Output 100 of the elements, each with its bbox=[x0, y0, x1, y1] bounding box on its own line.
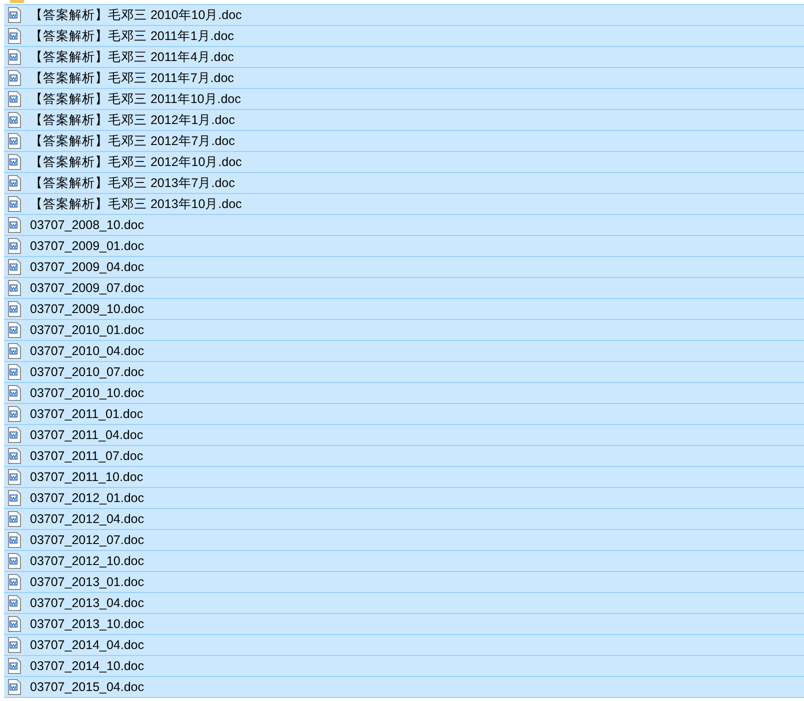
document-icon bbox=[8, 595, 21, 611]
file-row[interactable]: 03707_2010_07.doc bbox=[4, 362, 804, 383]
file-name: 【答案解析】毛邓三 2012年10月.doc bbox=[30, 154, 242, 170]
file-name: 03707_2014_04.doc bbox=[30, 638, 144, 652]
file-name: 03707_2012_04.doc bbox=[30, 512, 144, 526]
file-name: 03707_2010_10.doc bbox=[30, 386, 144, 400]
document-icon bbox=[8, 112, 21, 128]
document-icon bbox=[8, 637, 21, 653]
document-icon bbox=[8, 28, 21, 44]
file-row[interactable]: 【答案解析】毛邓三 2013年10月.doc bbox=[4, 194, 804, 215]
file-row[interactable]: 03707_2009_07.doc bbox=[4, 278, 804, 299]
file-row[interactable]: 03707_2014_04.doc bbox=[4, 635, 804, 656]
document-icon bbox=[8, 553, 21, 569]
file-name: 03707_2013_10.doc bbox=[30, 617, 144, 631]
file-row[interactable]: 03707_2011_01.doc bbox=[4, 404, 804, 425]
file-row[interactable]: 03707_2009_04.doc bbox=[4, 257, 804, 278]
file-row[interactable]: 03707_2012_01.doc bbox=[4, 488, 804, 509]
document-icon bbox=[8, 133, 21, 149]
file-name: 【答案解析】毛邓三 2011年1月.doc bbox=[30, 28, 234, 44]
file-name: 【答案解析】毛邓三 2011年7月.doc bbox=[30, 70, 234, 86]
file-row[interactable]: 03707_2012_10.doc bbox=[4, 551, 804, 572]
document-icon bbox=[8, 364, 21, 380]
file-name: 03707_2008_10.doc bbox=[30, 218, 144, 232]
file-name: 03707_2012_10.doc bbox=[30, 554, 144, 568]
document-icon bbox=[8, 343, 21, 359]
file-name: 03707_2010_07.doc bbox=[30, 365, 144, 379]
file-name: 03707_2011_07.doc bbox=[30, 449, 144, 463]
file-name: 03707_2012_07.doc bbox=[30, 533, 144, 547]
file-row[interactable]: 03707_2012_07.doc bbox=[4, 530, 804, 551]
document-icon bbox=[8, 7, 21, 23]
file-name: 【答案解析】毛邓三 2011年4月.doc bbox=[30, 48, 234, 66]
file-name: 【答案解析】毛邓三 2013年7月.doc bbox=[30, 174, 235, 192]
file-name: 03707_2013_01.doc bbox=[30, 575, 144, 589]
document-icon bbox=[8, 301, 21, 317]
file-name: 03707_2015_04.doc bbox=[30, 680, 144, 694]
document-icon bbox=[8, 427, 21, 443]
file-row[interactable]: 03707_2013_04.doc bbox=[4, 593, 804, 614]
file-name: 03707_2009_04.doc bbox=[30, 260, 144, 274]
file-row[interactable]: 03707_2012_04.doc bbox=[4, 509, 804, 530]
document-icon bbox=[8, 259, 21, 275]
document-icon bbox=[8, 574, 21, 590]
folder-icon bbox=[10, 0, 24, 3]
document-icon bbox=[8, 469, 21, 485]
file-row[interactable]: 【答案解析】毛邓三 2012年10月.doc bbox=[4, 152, 804, 173]
file-row[interactable]: 03707_2011_10.doc bbox=[4, 467, 804, 488]
document-icon bbox=[8, 532, 21, 548]
file-row[interactable]: 03707_2011_07.doc bbox=[4, 446, 804, 467]
file-row[interactable]: 【答案解析】毛邓三 2013年7月.doc bbox=[4, 173, 804, 194]
file-row[interactable]: 【答案解析】毛邓三 2011年10月.doc bbox=[4, 89, 804, 110]
document-icon bbox=[8, 175, 21, 191]
file-name: 03707_2009_10.doc bbox=[30, 302, 144, 316]
document-icon bbox=[8, 616, 21, 632]
document-icon bbox=[8, 511, 21, 527]
document-icon bbox=[8, 217, 21, 233]
file-row[interactable]: 【答案解析】毛邓三 2012年1月.doc bbox=[4, 110, 804, 131]
file-name: 【答案解析】毛邓三 2013年10月.doc bbox=[30, 196, 242, 212]
document-icon bbox=[8, 49, 21, 65]
file-row[interactable]: 【答案解析】毛邓三 2011年7月.doc bbox=[4, 68, 804, 89]
file-name: 【答案解析】毛邓三 2012年1月.doc bbox=[30, 112, 235, 128]
file-name: 【答案解析】毛邓三 2011年10月.doc bbox=[30, 90, 241, 108]
file-row[interactable]: 【答案解析】毛邓三 2012年7月.doc bbox=[4, 131, 804, 152]
file-name: 【答案解析】毛邓三 2012年7月.doc bbox=[30, 132, 235, 150]
file-name: 03707_2010_01.doc bbox=[30, 323, 144, 337]
file-row[interactable]: 03707_2014_10.doc bbox=[4, 656, 804, 677]
file-row[interactable]: 03707_2011_04.doc bbox=[4, 425, 804, 446]
file-name: 【答案解析】毛邓三 2010年10月.doc bbox=[30, 6, 242, 24]
file-name: 03707_2011_10.doc bbox=[30, 470, 144, 484]
document-icon bbox=[8, 679, 21, 695]
file-name: 03707_2009_07.doc bbox=[30, 281, 144, 295]
file-name: 03707_2011_04.doc bbox=[30, 428, 144, 442]
document-icon bbox=[8, 154, 21, 170]
file-row[interactable]: 03707_2015_04.doc bbox=[4, 677, 804, 698]
file-name: 03707_2010_04.doc bbox=[30, 344, 144, 358]
document-icon bbox=[8, 322, 21, 338]
file-row[interactable]: 03707_2010_04.doc bbox=[4, 341, 804, 362]
document-icon bbox=[8, 238, 21, 254]
file-row[interactable]: 03707_2013_01.doc bbox=[4, 572, 804, 593]
file-row[interactable]: 03707_2010_10.doc bbox=[4, 383, 804, 404]
file-row[interactable]: 【答案解析】毛邓三 2010年10月.doc bbox=[4, 5, 804, 26]
file-row[interactable]: 【答案解析】毛邓三 2011年4月.doc bbox=[4, 47, 804, 68]
document-icon bbox=[8, 406, 21, 422]
document-icon bbox=[8, 196, 21, 212]
file-row[interactable]: 03707_2009_01.doc bbox=[4, 236, 804, 257]
file-row[interactable]: 03707_2009_10.doc bbox=[4, 299, 804, 320]
file-name: 03707_2009_01.doc bbox=[30, 239, 144, 253]
document-icon bbox=[8, 70, 21, 86]
document-icon bbox=[8, 385, 21, 401]
file-name: 03707_2012_01.doc bbox=[30, 491, 144, 505]
document-icon bbox=[8, 280, 21, 296]
file-name: 03707_2014_10.doc bbox=[30, 659, 144, 673]
file-row[interactable]: 【答案解析】毛邓三 2011年1月.doc bbox=[4, 26, 804, 47]
file-row[interactable]: 03707_2013_10.doc bbox=[4, 614, 804, 635]
document-icon bbox=[8, 448, 21, 464]
file-row[interactable]: 03707_2010_01.doc bbox=[4, 320, 804, 341]
file-name: 03707_2011_01.doc bbox=[30, 407, 144, 421]
file-name: 03707_2013_04.doc bbox=[30, 596, 144, 610]
document-icon bbox=[8, 658, 21, 674]
document-icon bbox=[8, 490, 21, 506]
file-row[interactable]: 03707_2008_10.doc bbox=[4, 215, 804, 236]
document-icon bbox=[8, 91, 21, 107]
